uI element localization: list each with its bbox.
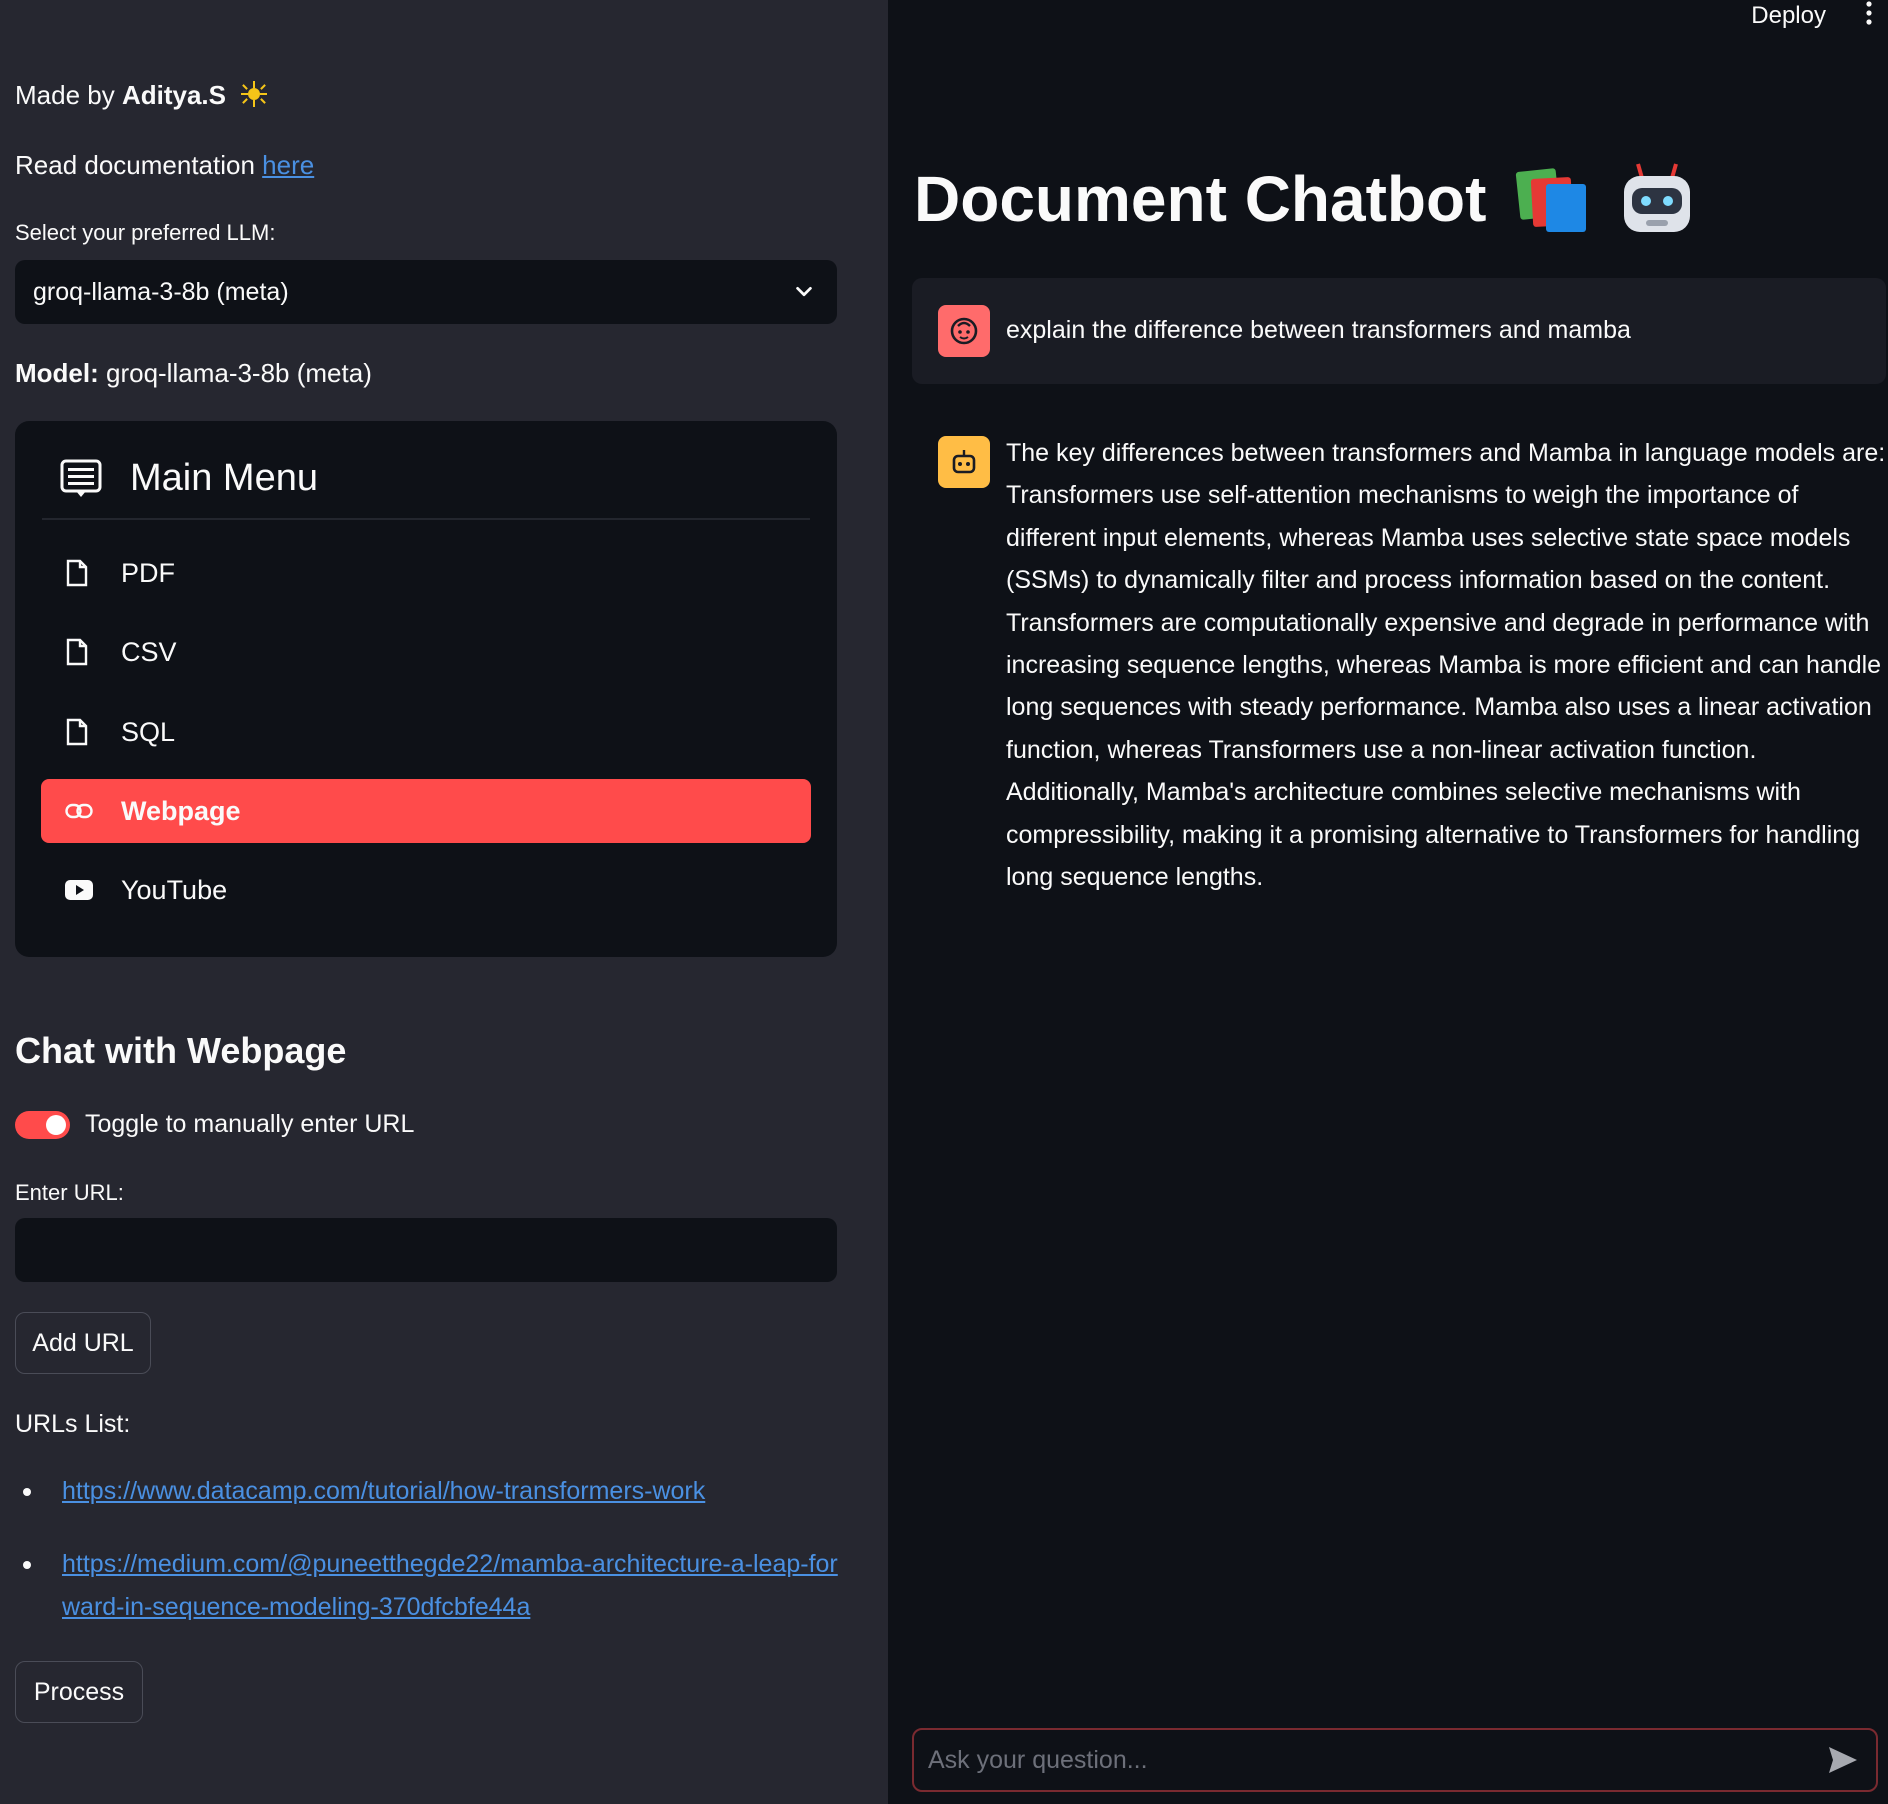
urls-list: https://www.datacamp.com/tutorial/how-tr…: [20, 1470, 840, 1659]
model-value: groq-llama-3-8b (meta): [98, 358, 372, 388]
toggle-label: Toggle to manually enter URL: [85, 1110, 415, 1138]
llm-select[interactable]: groq-llama-3-8b (meta): [15, 260, 837, 324]
page-title: Document Chatbot: [914, 160, 1696, 238]
menu-item-youtube[interactable]: YouTube: [41, 858, 811, 922]
books-icon: [1514, 164, 1590, 234]
read-doc-line: Read documentation here: [15, 150, 314, 181]
add-url-button[interactable]: Add URL: [15, 1312, 151, 1374]
documentation-link[interactable]: here: [262, 150, 314, 180]
menu-divider: [42, 518, 810, 520]
llm-selected-value: groq-llama-3-8b (meta): [33, 277, 289, 306]
robot-icon: [1618, 160, 1696, 238]
menu-item-label: SQL: [121, 716, 176, 747]
chat-input-container: [912, 1728, 1878, 1792]
user-avatar-icon: [938, 305, 990, 357]
menu-item-sql[interactable]: SQL: [41, 700, 811, 764]
menu-item-label: CSV: [121, 636, 177, 667]
user-message: explain the difference between transform…: [912, 278, 1886, 384]
file-icon: [65, 718, 93, 746]
chevron-down-icon: [796, 286, 812, 297]
menu-item-csv[interactable]: CSV: [41, 620, 811, 684]
manual-url-toggle[interactable]: [15, 1110, 70, 1139]
send-icon[interactable]: [1826, 1743, 1860, 1777]
sparkle-icon: [241, 80, 268, 114]
url-input-label: Enter URL:: [15, 1180, 124, 1205]
list-item: https://www.datacamp.com/tutorial/how-tr…: [20, 1470, 840, 1513]
main-menu-header: Main Menu: [60, 457, 318, 500]
youtube-icon: [65, 880, 93, 900]
model-label: Model:: [15, 358, 99, 388]
llm-select-label: Select your preferred LLM:: [15, 220, 276, 245]
menu-item-label: YouTube: [121, 874, 228, 905]
author-name: Aditya.S: [121, 80, 226, 110]
main-menu: Main Menu PDF CSV SQL Webpage YouTube: [15, 421, 837, 957]
assistant-avatar-icon: [938, 436, 990, 488]
process-button[interactable]: Process: [15, 1661, 143, 1723]
sidebar: Made by Aditya.S Read documentation here…: [0, 0, 888, 1804]
user-message-text: explain the difference between transform…: [1006, 316, 1631, 344]
menu-item-label: PDF: [121, 557, 175, 588]
file-icon: [65, 559, 93, 587]
url-link[interactable]: https://www.datacamp.com/tutorial/how-tr…: [62, 1477, 705, 1505]
made-by-line: Made by Aditya.S: [15, 80, 268, 114]
page-title-text: Document Chatbot: [914, 163, 1487, 235]
manual-url-toggle-row: Toggle to manually enter URL: [15, 1110, 414, 1139]
menu-item-webpage[interactable]: Webpage: [41, 779, 811, 843]
menu-item-label: Webpage: [121, 795, 241, 826]
chat-input[interactable]: [914, 1744, 1826, 1776]
main-panel: Deploy Document Chatbot explain the diff…: [888, 0, 1888, 1804]
link-icon: [65, 803, 93, 819]
model-line: Model: groq-llama-3-8b (meta): [15, 358, 372, 389]
deploy-button[interactable]: Deploy: [1751, 2, 1826, 30]
url-input[interactable]: [15, 1218, 837, 1282]
menu-item-pdf[interactable]: PDF: [41, 541, 811, 605]
section-title: Chat with Webpage: [15, 1030, 347, 1071]
url-link[interactable]: https://medium.com/@puneetthegde22/mamba…: [62, 1550, 838, 1621]
made-by-prefix: Made by: [15, 80, 122, 110]
read-doc-prefix: Read documentation: [15, 150, 263, 180]
menu-list-icon: [60, 459, 102, 497]
more-options-icon[interactable]: [1864, 0, 1874, 30]
main-menu-title: Main Menu: [130, 457, 318, 499]
file-icon: [65, 638, 93, 666]
list-item: https://medium.com/@puneetthegde22/mamba…: [20, 1543, 840, 1629]
assistant-message-text: The key differences between transformers…: [1006, 439, 1886, 892]
urls-list-label: URLs List:: [15, 1410, 131, 1438]
